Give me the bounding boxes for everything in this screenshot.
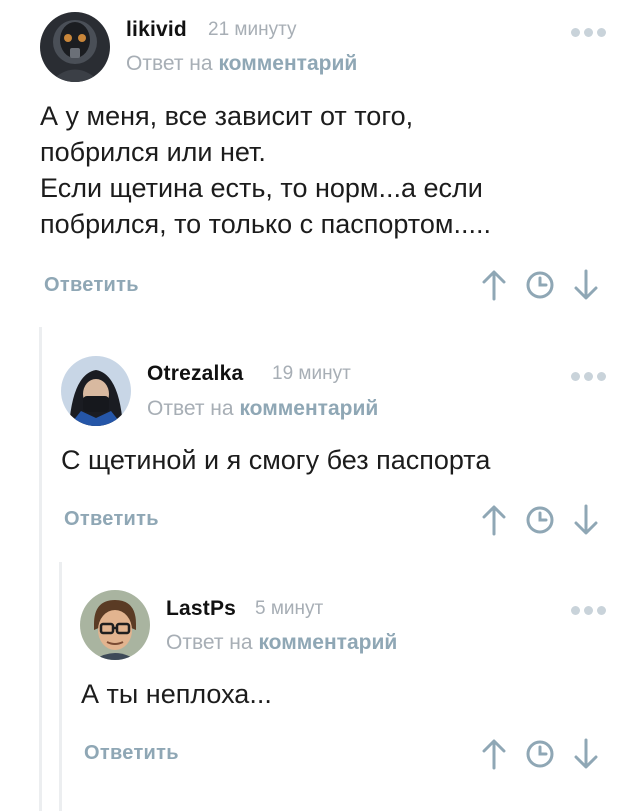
comment-time: 5 минут — [255, 598, 324, 619]
arrow-down-icon[interactable] — [573, 269, 599, 301]
clock-icon[interactable] — [525, 739, 555, 769]
username[interactable]: likivid — [126, 18, 187, 42]
reply-to-comment-link[interactable]: комментарий — [218, 52, 357, 75]
comment-text: А у меня, все зависит от того, побрился … — [40, 101, 491, 239]
more-dots-icon[interactable] — [571, 28, 606, 37]
comment-time: 21 минуту — [208, 19, 297, 40]
thread-line-level-2 — [59, 562, 62, 811]
more-dots-icon[interactable] — [571, 606, 606, 615]
arrow-down-icon[interactable] — [573, 504, 599, 536]
comment-actions — [481, 269, 599, 301]
arrow-up-icon[interactable] — [481, 269, 507, 301]
reply-button[interactable]: Ответить — [64, 508, 159, 531]
clock-icon[interactable] — [525, 270, 555, 300]
more-dots-icon[interactable] — [571, 372, 606, 381]
masked-figure-avatar-icon — [40, 12, 110, 82]
avatar[interactable] — [61, 356, 131, 426]
comment-text: С щетиной и я смогу без паспорта — [61, 445, 491, 475]
reply-to-line: Ответ на комментарий — [126, 52, 357, 76]
cartoon-man-glasses-avatar-icon — [80, 590, 150, 660]
comment-text: А ты неплоха... — [81, 679, 272, 709]
thread-line-level-1 — [39, 327, 42, 811]
reply-to-line: Ответ на комментарий — [166, 631, 397, 655]
reply-to-comment-link[interactable]: комментарий — [258, 631, 397, 654]
reply-button[interactable]: Ответить — [84, 742, 179, 765]
clock-icon[interactable] — [525, 505, 555, 535]
reply-to-prefix: Ответ на — [166, 631, 253, 654]
comment-actions — [481, 738, 599, 770]
reply-to-comment-link[interactable]: комментарий — [239, 397, 378, 420]
reply-to-prefix: Ответ на — [126, 52, 213, 75]
arrow-down-icon[interactable] — [573, 738, 599, 770]
comment-actions — [481, 504, 599, 536]
comment-time: 19 минут — [272, 363, 351, 384]
arrow-up-icon[interactable] — [481, 738, 507, 770]
reply-button[interactable]: Ответить — [44, 274, 139, 297]
avatar[interactable] — [80, 590, 150, 660]
username[interactable]: Otrezalka — [147, 362, 243, 386]
arrow-up-icon[interactable] — [481, 504, 507, 536]
username[interactable]: LastPs — [166, 597, 236, 621]
hooded-person-avatar-icon — [61, 356, 131, 426]
reply-to-line: Ответ на комментарий — [147, 397, 378, 421]
avatar[interactable] — [40, 12, 110, 82]
reply-to-prefix: Ответ на — [147, 397, 234, 420]
